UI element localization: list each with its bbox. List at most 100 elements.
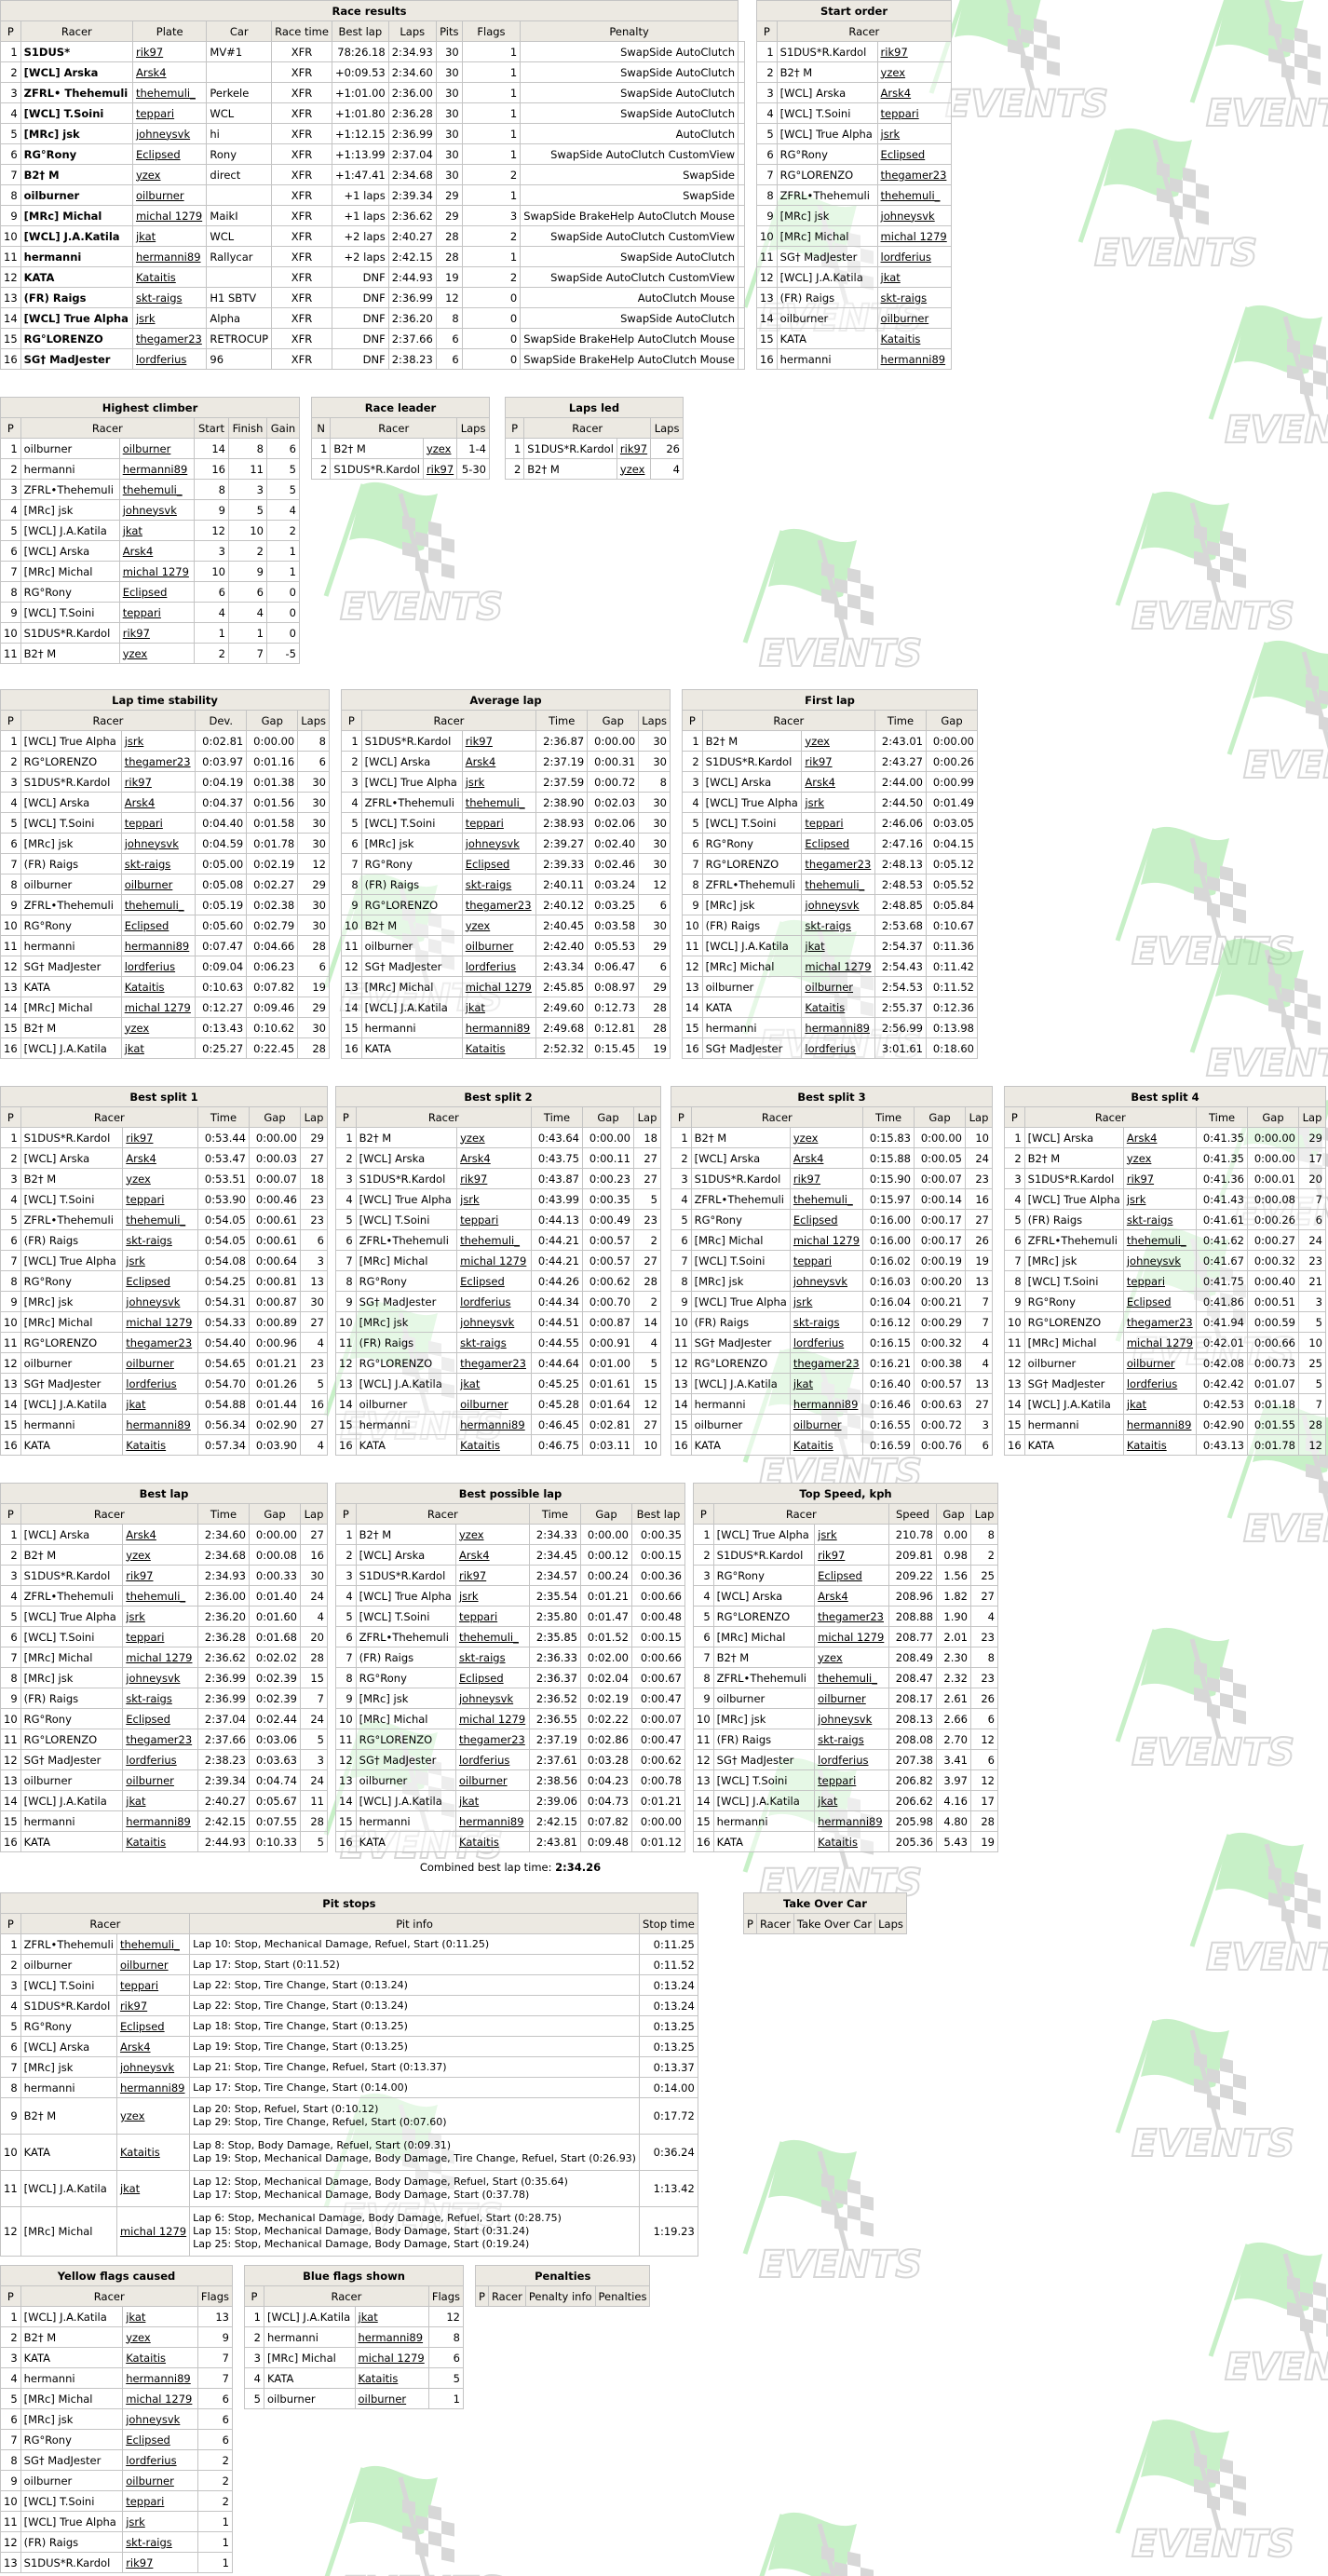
racer-link[interactable]: oilburner	[818, 1692, 866, 1705]
racer-username-cell[interactable]: jkat	[814, 1790, 889, 1811]
racer-username-cell[interactable]: michal 1279	[118, 561, 196, 582]
racer-link[interactable]: johneysvk	[136, 128, 190, 141]
racer-link[interactable]: Kataitis	[126, 2352, 166, 2365]
racer-link[interactable]: thehemuli_	[881, 189, 941, 202]
racer-link[interactable]: Kataitis	[818, 1836, 858, 1849]
racer-link[interactable]: rik97	[126, 2556, 153, 2569]
racer-username-cell[interactable]: skt-raigs	[461, 874, 537, 895]
racer-link[interactable]: johneysvk	[125, 837, 179, 850]
racer-username-cell[interactable]: michal 1279	[461, 976, 537, 997]
racer-link[interactable]: michal 1279	[136, 210, 202, 223]
racer-username-cell[interactable]: yzex	[122, 2326, 198, 2348]
racer-link[interactable]: lordferius	[881, 251, 931, 264]
racer-username-cell[interactable]: Eclipsed	[118, 581, 196, 603]
racer-username-cell[interactable]: rik97	[120, 771, 196, 793]
racer-link[interactable]: jkat	[359, 2311, 378, 2324]
racer-username-cell[interactable]: lordferius	[122, 1373, 198, 1394]
racer-link[interactable]: thegamer23	[126, 1733, 192, 1746]
racer-link[interactable]: yzex	[126, 1173, 151, 1186]
racer-link[interactable]: lordferius	[460, 1295, 510, 1308]
racer-username-cell[interactable]: yzex	[801, 730, 875, 752]
racer-username-cell[interactable]: jsrk	[789, 1291, 864, 1312]
racer-username-cell[interactable]: Eclipsed	[122, 1270, 198, 1292]
racer-link[interactable]: hermanni89	[793, 1398, 859, 1411]
racer-username-cell[interactable]: hermanni89	[354, 2326, 429, 2348]
racer-link[interactable]: thegamer23	[125, 755, 191, 768]
racer-username-cell[interactable]: oilburner	[120, 874, 196, 895]
racer-link[interactable]: rik97	[125, 776, 152, 789]
racer-link[interactable]: michal 1279	[459, 1713, 525, 1726]
racer-username-cell[interactable]: jkat	[876, 266, 953, 288]
racer-link[interactable]: jkat	[126, 2311, 145, 2324]
racer-link[interactable]: yzex	[123, 647, 148, 660]
racer-username-cell[interactable]: jsrk	[122, 1250, 198, 1271]
racer-username-cell[interactable]: oilburner	[115, 1954, 191, 1975]
racer-username-cell[interactable]: Eclipsed	[131, 143, 208, 165]
racer-link[interactable]: oilburner	[359, 2393, 407, 2406]
racer-username-cell[interactable]: rik97	[461, 730, 537, 752]
racer-link[interactable]: teppari	[459, 1610, 497, 1623]
racer-username-cell[interactable]: jkat	[354, 2306, 429, 2327]
racer-username-cell[interactable]: thegamer23	[122, 1729, 198, 1750]
racer-link[interactable]: lordferius	[1127, 1377, 1177, 1390]
racer-username-cell[interactable]: Arsk4	[122, 1524, 198, 1545]
racer-link[interactable]: yzex	[126, 2331, 151, 2344]
racer-username-cell[interactable]: Kataitis	[1122, 1434, 1198, 1456]
racer-link[interactable]: thegamer23	[805, 858, 871, 871]
racer-username-cell[interactable]: Arsk4	[120, 792, 196, 813]
racer-username-cell[interactable]: michal 1279	[122, 1647, 198, 1668]
racer-link[interactable]: johneysvk	[123, 504, 177, 517]
racer-username-cell[interactable]: oilburner	[801, 976, 875, 997]
racer-link[interactable]: rik97	[459, 1569, 486, 1582]
racer-username-cell[interactable]: michal 1279	[131, 205, 208, 226]
racer-link[interactable]: jsrk	[459, 1590, 479, 1603]
racer-link[interactable]: Arsk4	[136, 66, 167, 79]
racer-link[interactable]: oilburner	[466, 940, 514, 953]
racer-username-cell[interactable]: Kataitis	[876, 328, 953, 349]
racer-username-cell[interactable]: thegamer23	[801, 853, 875, 874]
racer-username-cell[interactable]: johneysvk	[814, 1708, 889, 1729]
racer-username-cell[interactable]: michal 1279	[876, 225, 953, 247]
racer-link[interactable]: skt-raigs	[126, 1234, 172, 1247]
racer-username-cell[interactable]: teppari	[814, 1769, 889, 1791]
racer-link[interactable]: michal 1279	[818, 1631, 884, 1644]
racer-link[interactable]: Eclipsed	[123, 586, 168, 599]
racer-link[interactable]: skt-raigs	[818, 1733, 864, 1746]
racer-link[interactable]: rik97	[793, 1173, 820, 1186]
racer-username-cell[interactable]: Eclipsed	[876, 143, 953, 165]
racer-username-cell[interactable]: jsrk	[814, 1524, 889, 1545]
racer-username-cell[interactable]: johneysvk	[454, 1688, 531, 1709]
racer-link[interactable]: oilburner	[793, 1418, 842, 1431]
racer-link[interactable]: johneysvk	[459, 1692, 513, 1705]
racer-username-cell[interactable]: jkat	[122, 1393, 198, 1415]
racer-link[interactable]: Eclipsed	[125, 919, 169, 932]
racer-username-cell[interactable]: oilburner	[118, 438, 196, 459]
racer-username-cell[interactable]: oilburner	[122, 2470, 198, 2491]
racer-link[interactable]: teppari	[136, 107, 174, 120]
racer-link[interactable]: skt-raigs	[1127, 1213, 1173, 1227]
racer-username-cell[interactable]: hermanni89	[789, 1393, 864, 1415]
racer-link[interactable]: rik97	[126, 1132, 153, 1145]
racer-link[interactable]: thegamer23	[459, 1733, 525, 1746]
racer-link[interactable]: jkat	[881, 271, 901, 284]
racer-link[interactable]: johneysvk	[460, 1316, 514, 1329]
racer-link[interactable]: jkat	[1127, 1398, 1146, 1411]
racer-username-cell[interactable]: oilburner	[461, 935, 537, 956]
racer-username-cell[interactable]: skt-raigs	[454, 1647, 531, 1668]
racer-link[interactable]: Kataitis	[805, 1001, 845, 1014]
racer-link[interactable]: yzex	[793, 1132, 819, 1145]
racer-username-cell[interactable]: Arsk4	[131, 61, 208, 83]
racer-link[interactable]: teppari	[805, 817, 843, 830]
racer-username-cell[interactable]: jkat	[789, 1373, 864, 1394]
racer-username-cell[interactable]: rik97	[115, 1995, 191, 2016]
racer-link[interactable]: Kataitis	[881, 332, 921, 346]
racer-link[interactable]: thehemuli_	[1127, 1234, 1186, 1247]
racer-link[interactable]: michal 1279	[125, 1001, 191, 1014]
racer-username-cell[interactable]: lordferius	[131, 348, 208, 370]
racer-link[interactable]: rik97	[620, 442, 647, 455]
racer-username-cell[interactable]: thegamer23	[454, 1729, 531, 1750]
racer-username-cell[interactable]: hermanni89	[456, 1414, 532, 1435]
racer-link[interactable]: hermanni89	[818, 1815, 883, 1828]
racer-link[interactable]: lordferius	[126, 1754, 176, 1767]
racer-link[interactable]: teppari	[126, 2495, 164, 2508]
